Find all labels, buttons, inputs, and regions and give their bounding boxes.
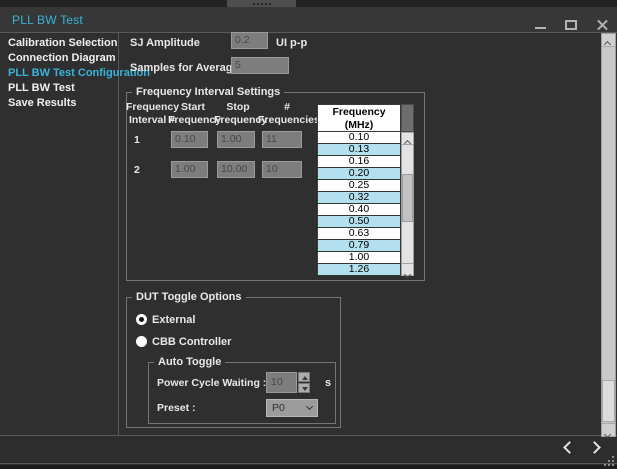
pll-bw-test-window: PLL BW Test Calibration Selection Connec… (0, 0, 617, 469)
sidebar-item-connection-diagram[interactable]: Connection Diagram (8, 52, 116, 65)
sidebar-separator (118, 33, 119, 435)
sj-amplitude-label: SJ Amplitude (130, 37, 200, 49)
table-row: 1.26 (318, 264, 400, 276)
auto-toggle-title: Auto Toggle (154, 356, 225, 368)
preset-dropdown-value: P0 (272, 402, 285, 414)
power-cycle-waiting-input[interactable]: 10 (266, 372, 297, 393)
interval-1-number: 1 (134, 134, 140, 146)
interval-1-start-input[interactable]: 0.10 (171, 131, 208, 148)
sj-amplitude-unit: UI p-p (276, 37, 307, 49)
sj-amplitude-input[interactable]: 0.2 (231, 32, 268, 49)
sidebar-item-save-results[interactable]: Save Results (8, 97, 76, 110)
frequency-table-header: Frequency (MHz) (317, 104, 401, 132)
titlebar[interactable]: PLL BW Test (0, 7, 617, 33)
spinner-down-button[interactable] (298, 383, 310, 393)
preset-label: Preset : (157, 402, 196, 414)
column-header-num-frequencies: # Frequencies (258, 101, 316, 127)
close-button[interactable] (594, 18, 612, 32)
power-cycle-waiting-label: Power Cycle Waiting : (157, 377, 266, 389)
frequency-interval-settings-title: Frequency Interval Settings (132, 86, 284, 98)
interval-2-number: 2 (134, 164, 140, 176)
scrollbar-cap (401, 104, 414, 132)
main-scrollbar-thumb[interactable] (602, 380, 615, 422)
sidebar-item-pll-bw-test-configuration[interactable]: PLL BW Test Configuration (8, 67, 150, 80)
spinner-up-icon (302, 376, 308, 380)
external-radio-label[interactable]: External (152, 314, 195, 326)
maximize-button[interactable] (562, 18, 580, 32)
scroll-up-button[interactable] (401, 132, 414, 145)
external-radio[interactable] (136, 314, 147, 325)
scrollbar-thumb[interactable] (402, 174, 413, 222)
cbb-controller-radio-label[interactable]: CBB Controller (152, 336, 231, 348)
window-top-strip (0, 0, 617, 7)
chevron-down-icon (404, 271, 411, 278)
sidebar-item-pll-bw-test[interactable]: PLL BW Test (8, 82, 75, 95)
spinner-up-button[interactable] (298, 372, 310, 382)
interval-2-stop-input[interactable]: 10.00 (217, 161, 255, 178)
spinner-down-icon (302, 387, 308, 391)
maximize-icon (565, 20, 577, 30)
sidebar-item-calibration-selection[interactable]: Calibration Selection (8, 37, 117, 50)
window-bottom-strip (0, 465, 617, 469)
chevron-up-icon (404, 140, 411, 147)
dut-toggle-options-title: DUT Toggle Options (132, 291, 246, 303)
scroll-down-button[interactable] (401, 263, 414, 276)
main-scrollbar[interactable] (601, 33, 616, 437)
resize-grip-icon[interactable] (604, 464, 606, 466)
samples-for-averaging-input[interactable]: 5 (231, 57, 289, 74)
minimize-button[interactable] (532, 18, 550, 32)
preset-dropdown[interactable]: P0 (266, 399, 318, 417)
column-header-stop-frequency: Stop Frequency (214, 101, 262, 127)
main-scroll-up-button[interactable] (602, 34, 615, 47)
main-scroll-down-button[interactable] (602, 423, 615, 436)
frequency-table-scrollbar (401, 104, 414, 276)
interval-1-stop-input[interactable]: 1.00 (217, 131, 255, 148)
interval-2-start-input[interactable]: 1.00 (171, 161, 208, 178)
drag-handle-dots-icon (253, 3, 255, 5)
interval-1-frequencies-input[interactable]: 11 (262, 131, 302, 148)
cbb-controller-radio[interactable] (136, 336, 147, 347)
chevron-up-icon (604, 41, 611, 48)
chevron-down-icon (306, 403, 313, 410)
minimize-icon (535, 27, 546, 29)
drag-handle[interactable] (227, 0, 296, 7)
power-cycle-waiting-unit: s (325, 377, 331, 389)
chevron-down-icon (604, 431, 611, 438)
interval-2-frequencies-input[interactable]: 10 (262, 161, 302, 178)
footer-bar (0, 435, 617, 464)
frequency-table: 0.10 0.13 0.16 0.20 0.25 0.32 0.40 0.50 … (317, 132, 401, 276)
window-title: PLL BW Test (12, 13, 83, 27)
column-header-start-frequency: Start Frequency (168, 101, 218, 127)
